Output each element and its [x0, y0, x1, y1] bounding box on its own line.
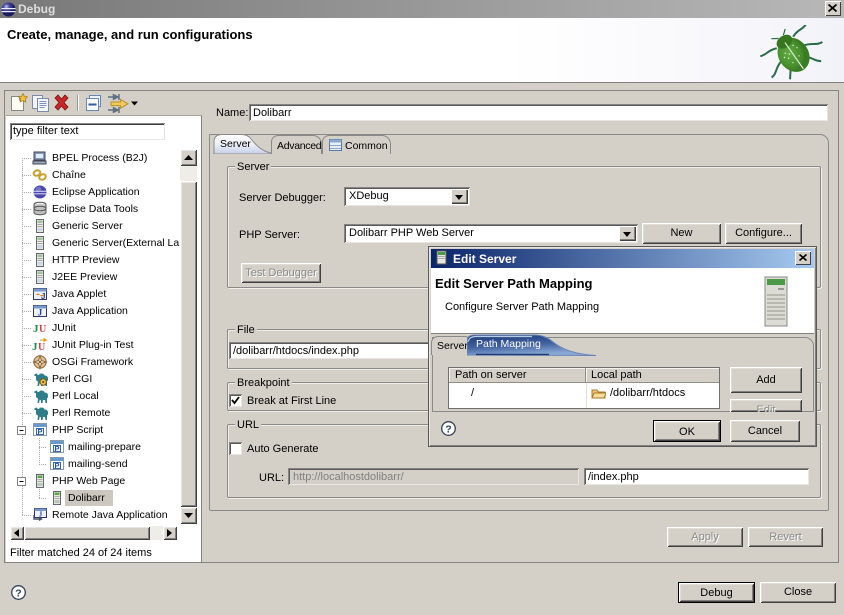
- svg-text:?: ?: [15, 587, 21, 599]
- svg-text:P: P: [54, 461, 59, 470]
- svg-text:J: J: [38, 308, 43, 318]
- svg-text:P: P: [37, 427, 42, 436]
- svg-text:U: U: [38, 342, 45, 353]
- svg-text:J: J: [41, 292, 45, 301]
- svg-text:U: U: [39, 324, 46, 335]
- svg-text:P: P: [54, 444, 59, 453]
- svg-text:?: ?: [445, 423, 451, 435]
